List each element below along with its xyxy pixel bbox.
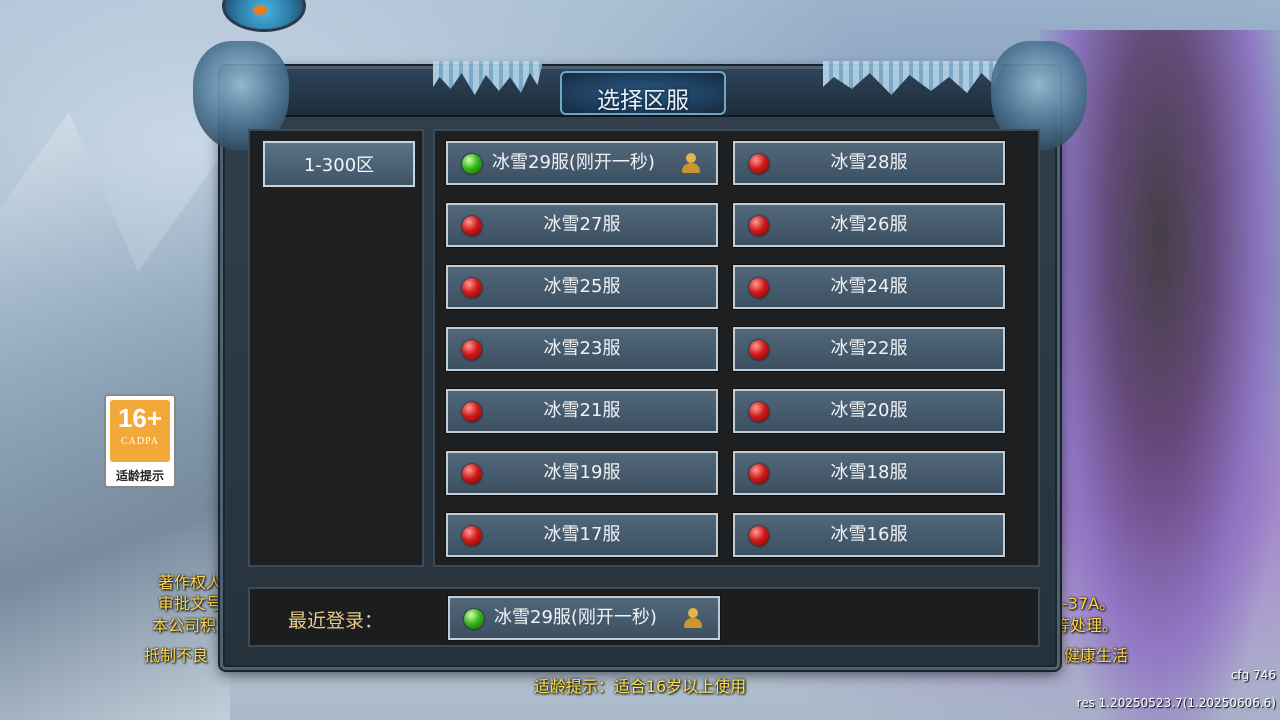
cfg-version: cfg 746 [1230, 668, 1276, 682]
age-rating-org: CADPA [121, 436, 159, 447]
age-tip-text: 适龄提示：适合16岁以上使用 [533, 677, 747, 696]
age-rating-plate: 16+ CADPA [110, 400, 170, 462]
server-button[interactable]: 冰雪21服 [445, 388, 719, 434]
notice-text-3: 本公司积 [152, 616, 217, 635]
server-name: 冰雪20服 [830, 400, 908, 421]
notice-text-4: 抵制不良 [144, 646, 209, 665]
dialog-title-plate: 选择区服 [560, 71, 726, 115]
user-icon [682, 153, 700, 173]
age-rating-badge: 16+ CADPA 适龄提示 [104, 394, 176, 488]
server-button[interactable]: 冰雪16服 [732, 512, 1006, 558]
server-name: 冰雪19服 [543, 462, 621, 483]
server-button[interactable]: 冰雪22服 [732, 326, 1006, 372]
server-button[interactable]: 冰雪20服 [732, 388, 1006, 434]
recent-login-label: 最近登录： [288, 610, 384, 632]
server-name: 冰雪16服 [830, 524, 908, 545]
ice-decoration-left [433, 61, 543, 95]
notice-text-6: 等处理。 [1054, 616, 1119, 635]
server-name: 冰雪29服(刚开一秒) [492, 152, 655, 173]
server-name: 冰雪25服 [543, 276, 621, 297]
dialog-title-bar: 选择区服 [223, 61, 1057, 117]
server-button[interactable]: 冰雪28服 [732, 140, 1006, 186]
notice-text-2: 审批文号 [158, 594, 223, 613]
recent-login-bar: 最近登录： 冰雪29服(刚开一秒) [248, 587, 1040, 647]
server-name: 冰雪21服 [543, 400, 621, 421]
server-name: 冰雪23服 [543, 338, 621, 359]
server-name: 冰雪17服 [543, 524, 621, 545]
ice-decoration-right [823, 61, 1003, 95]
user-icon [684, 608, 702, 628]
recent-server-name: 冰雪29服(刚开一秒) [494, 607, 657, 628]
server-name: 冰雪28服 [830, 152, 908, 173]
server-list: 冰雪29服(刚开一秒) 冰雪28服冰雪27服 冰雪26服冰雪25服 冰雪24服冰雪23… [433, 129, 1040, 567]
server-button[interactable]: 冰雪18服 [732, 450, 1006, 496]
server-name: 冰雪18服 [830, 462, 908, 483]
server-button[interactable]: 冰雪17服 [445, 512, 719, 558]
notice-text-5: -37A。 [1062, 594, 1116, 613]
server-name: 冰雪24服 [830, 276, 908, 297]
age-rating-tip: 适龄提示 [115, 469, 164, 483]
server-select-dialog: 选择区服 1-300区 冰雪29服(刚开一秒) 冰雪28服 冰雪27服 冰雪26服 冰雪… [193, 41, 1087, 670]
server-button[interactable]: 冰雪26服 [732, 202, 1006, 248]
server-button[interactable]: 冰雪29服(刚开一秒) [445, 140, 719, 186]
server-button[interactable]: 冰雪19服 [445, 450, 719, 496]
server-name: 冰雪26服 [830, 214, 908, 235]
recent-server-button[interactable]: 冰雪29服(刚开一秒) [447, 595, 721, 641]
notice-text-7: 健康生活 [1064, 646, 1129, 665]
game-logo-icon [222, 0, 306, 32]
age-rating-value: 16+ [117, 403, 163, 433]
server-button[interactable]: 冰雪27服 [445, 202, 719, 248]
zone-button-1-300[interactable]: 1-300区 [262, 140, 416, 188]
zone-list: 1-300区 [248, 129, 424, 567]
server-button[interactable]: 冰雪25服 [445, 264, 719, 310]
server-button[interactable]: 冰雪23服 [445, 326, 719, 372]
server-name: 冰雪27服 [543, 214, 621, 235]
dialog-title: 选择区服 [597, 88, 689, 114]
res-version: res 1.20250523.7(1.20250606.6) [1076, 696, 1276, 710]
server-button[interactable]: 冰雪24服 [732, 264, 1006, 310]
server-name: 冰雪22服 [830, 338, 908, 359]
